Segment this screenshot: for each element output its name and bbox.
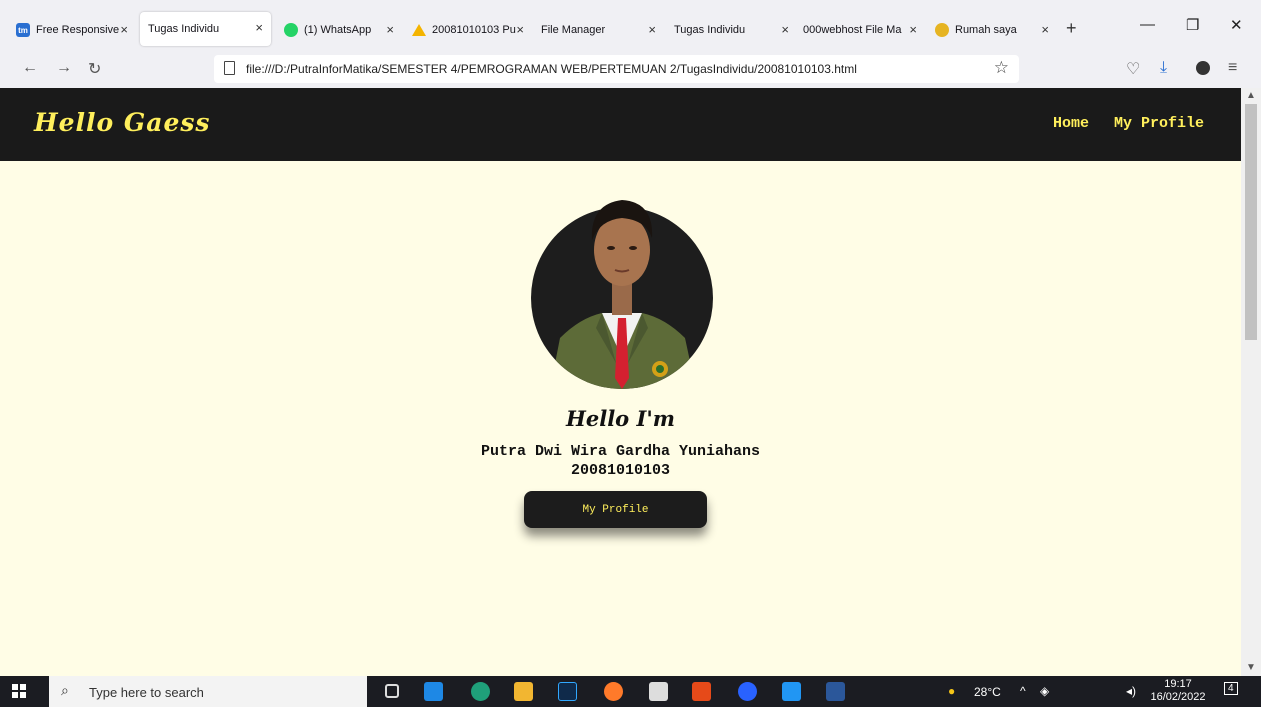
page-icon [224, 61, 235, 75]
notification-icon[interactable]: 4 [1224, 682, 1238, 695]
scroll-up-icon[interactable]: ▲ [1246, 90, 1256, 101]
tab-title: (1) WhatsApp [304, 24, 372, 36]
office-icon[interactable] [692, 682, 711, 701]
clock-time: 19:17 [1164, 678, 1192, 690]
tab-free-responsive[interactable]: tm Free Responsive × [8, 14, 136, 46]
tab-000webhost[interactable]: 000webhost File Ma × [795, 14, 925, 46]
chevron-up-icon[interactable]: ^ [1020, 684, 1026, 698]
tab-tugas-individu-active[interactable]: Tugas Individu × [140, 12, 271, 46]
hero-greeting: Hello I'm [566, 406, 675, 431]
google-drive-icon [412, 24, 426, 36]
browser-tab-strip: tm Free Responsive × Tugas Individu × (1… [0, 0, 1261, 51]
windows-taskbar: ⌕ Type here to search ● 28°C ^ ◈ ◂) 19:1… [0, 676, 1261, 707]
page-viewport: Hello Gaess Home My Profile Hello I'm Pu… [0, 88, 1241, 676]
tab-google-drive[interactable]: 20081010103 Pu × [404, 14, 532, 46]
tab-title: 20081010103 Pu [432, 24, 516, 36]
volume-icon[interactable]: ◂) [1126, 684, 1136, 698]
mail-icon[interactable] [424, 682, 443, 701]
hero-student-id: 20081010103 [570, 462, 671, 479]
file-explorer-icon[interactable] [514, 682, 533, 701]
close-icon[interactable]: × [781, 22, 789, 37]
tab-whatsapp[interactable]: (1) WhatsApp × [276, 14, 402, 46]
tm-icon: tm [16, 23, 30, 37]
whatsapp-icon [284, 23, 298, 37]
tab-title: 000webhost File Ma [803, 24, 902, 36]
rumah-icon [935, 23, 949, 37]
back-arrow-icon[interactable]: ← [22, 59, 38, 77]
pocket-icon[interactable]: ♡ [1126, 59, 1140, 79]
close-icon[interactable]: × [1041, 22, 1049, 37]
store-icon[interactable] [649, 682, 668, 701]
tab-title: File Manager [541, 24, 606, 36]
weather-icon[interactable]: ● [948, 684, 955, 698]
close-icon[interactable]: × [909, 22, 917, 37]
close-icon[interactable]: × [648, 22, 656, 37]
firefox-icon[interactable] [604, 682, 623, 701]
tab-rumah-saya[interactable]: Rumah saya × [927, 14, 1057, 46]
weather-temp[interactable]: 28°C [974, 685, 1001, 699]
network-icon[interactable]: ◈ [1040, 684, 1049, 698]
app-icon[interactable] [738, 682, 757, 701]
page-scrollbar[interactable]: ▲ ▼ [1241, 88, 1261, 676]
forward-arrow-icon[interactable]: → [56, 59, 72, 77]
window-close-icon[interactable]: ✕ [1230, 16, 1243, 34]
tab-title: Rumah saya [955, 24, 1017, 36]
tab-tugas-individu[interactable]: Tugas Individu × [666, 14, 797, 46]
site-brand[interactable]: Hello Gaess [34, 108, 211, 137]
reload-icon[interactable]: ↻ [88, 59, 101, 79]
tab-title: Tugas Individu [148, 23, 220, 35]
url-bar[interactable]: file:///D:/PutraInforMatika/SEMESTER 4/P… [214, 55, 1019, 83]
tab-file-manager[interactable]: File Manager × [533, 14, 664, 46]
nav-home-link[interactable]: Home [1053, 115, 1089, 132]
vscode-icon[interactable] [782, 682, 801, 701]
my-profile-button[interactable]: My Profile [524, 491, 707, 528]
search-icon: ⌕ [61, 682, 69, 698]
account-icon[interactable] [1196, 61, 1210, 75]
word-icon[interactable] [826, 682, 845, 701]
minimize-icon[interactable]: — [1140, 16, 1155, 33]
photoshop-icon[interactable] [558, 682, 577, 701]
edge-icon[interactable] [471, 682, 490, 701]
tab-title: Free Responsive [36, 24, 120, 36]
taskbar-search-box[interactable]: ⌕ Type here to search [49, 676, 367, 707]
browser-nav-bar: ← → ↻ file:///D:/PutraInforMatika/SEMEST… [0, 51, 1261, 88]
clock-date: 16/02/2022 [1150, 691, 1206, 703]
close-icon[interactable]: × [516, 22, 524, 37]
bookmark-star-icon[interactable]: ☆ [994, 58, 1009, 78]
menu-icon[interactable]: ≡ [1228, 59, 1237, 77]
close-icon[interactable]: × [386, 22, 394, 37]
profile-photo [531, 200, 713, 389]
clock[interactable]: 19:17 16/02/2022 [1150, 678, 1206, 704]
search-placeholder: Type here to search [89, 685, 204, 700]
hero-name: Putra Dwi Wira Gardha Yuniahans [480, 443, 761, 460]
tab-title: Tugas Individu [674, 24, 746, 36]
site-header: Hello Gaess Home My Profile [0, 88, 1241, 161]
nav-my-profile-link[interactable]: My Profile [1114, 115, 1204, 132]
url-text[interactable]: file:///D:/PutraInforMatika/SEMESTER 4/P… [246, 62, 857, 76]
download-icon[interactable]: ⤓ [1160, 59, 1167, 77]
scroll-down-icon[interactable]: ▼ [1246, 662, 1256, 673]
restore-icon[interactable]: ❐ [1186, 16, 1199, 34]
close-icon[interactable]: × [120, 22, 128, 37]
windows-start-icon[interactable] [12, 684, 26, 698]
new-tab-plus-icon[interactable]: + [1066, 18, 1077, 39]
close-icon[interactable]: × [255, 20, 263, 35]
task-view-icon[interactable] [385, 684, 399, 698]
scrollbar-thumb[interactable] [1245, 104, 1257, 340]
